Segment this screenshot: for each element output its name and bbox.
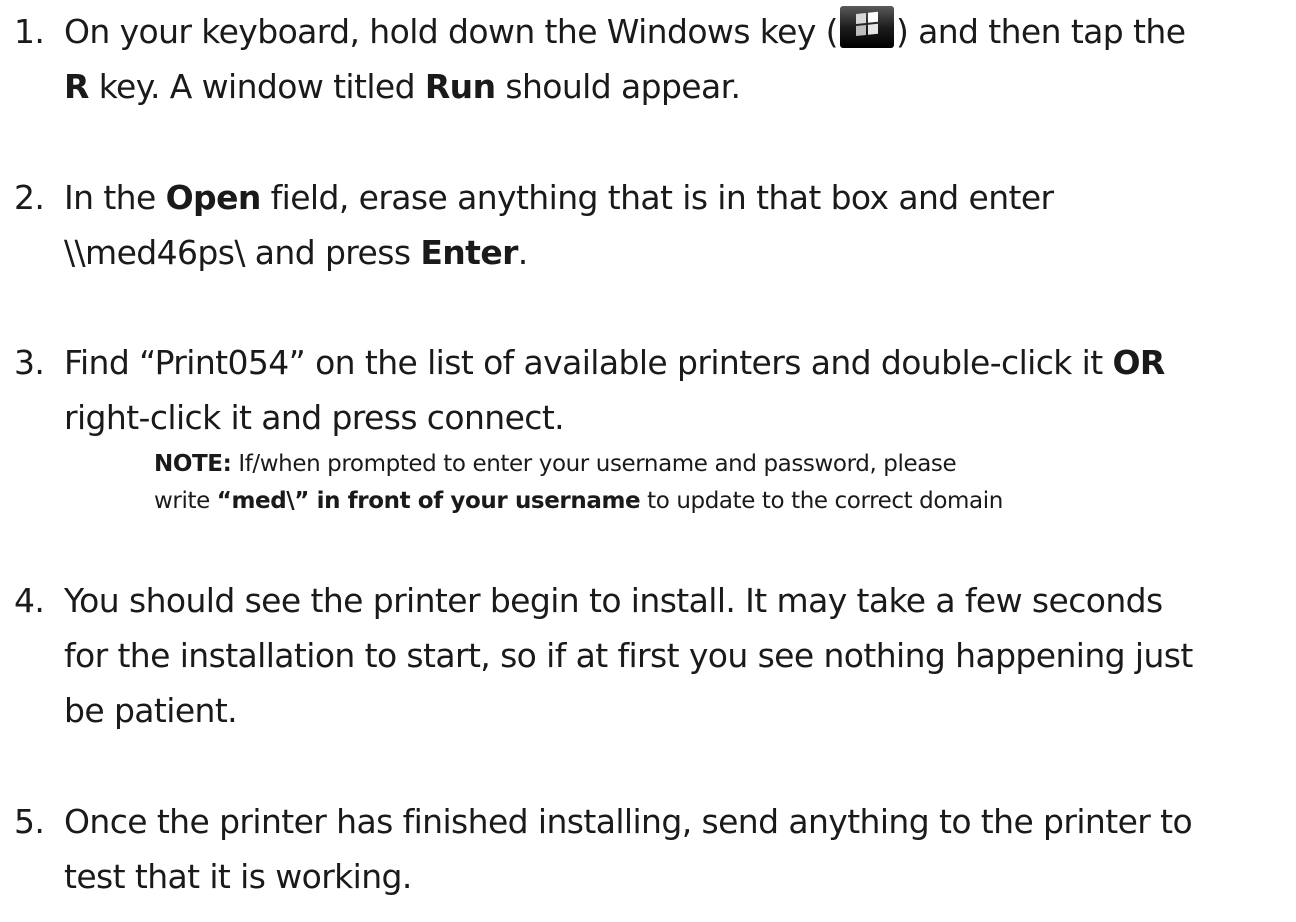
step-2: 2. In the Open field, erase anything tha… bbox=[14, 170, 1286, 280]
step-5: 5. Once the printer has finished install… bbox=[14, 794, 1286, 904]
step-1-line-2: R key. A window titled Run should appear… bbox=[64, 67, 741, 106]
step-number: 5. bbox=[14, 802, 45, 841]
step-4-line-2: for the installation to start, so if at … bbox=[64, 636, 1193, 675]
step-3-line-1: Find “Print054” on the list of available… bbox=[64, 343, 1165, 382]
step-4-line-3: be patient. bbox=[64, 691, 238, 730]
step-4-line-1: You should see the printer begin to inst… bbox=[64, 581, 1163, 620]
step-1-line-1: On your keyboard, hold down the Windows … bbox=[64, 4, 1286, 59]
note-line-1: NOTE: If/when prompted to enter your use… bbox=[154, 451, 957, 477]
step-3-line-2: right-click it and press connect. bbox=[64, 398, 565, 437]
windows-key-icon bbox=[839, 5, 895, 49]
step-number: 1. bbox=[14, 12, 45, 51]
note-block: NOTE: If/when prompted to enter your use… bbox=[154, 446, 1003, 520]
step-1: 1. On your keyboard, hold down the Windo… bbox=[14, 4, 1286, 114]
step-number: 2. bbox=[14, 178, 45, 217]
step-4: 4. You should see the printer begin to i… bbox=[14, 573, 1286, 738]
instructions-document: 1. On your keyboard, hold down the Windo… bbox=[0, 0, 1296, 922]
step-3: 3. Find “Print054” on the list of availa… bbox=[14, 335, 1286, 445]
step-5-line-1: Once the printer has finished installing… bbox=[64, 802, 1193, 841]
step-2-line-2: \\med46ps\ and press Enter. bbox=[64, 233, 528, 272]
step-2-line-1: In the Open field, erase anything that i… bbox=[64, 178, 1054, 217]
note-line-2: write “med\” in front of your username t… bbox=[154, 488, 1003, 514]
step-number: 4. bbox=[14, 581, 45, 620]
step-5-line-2: test that it is working. bbox=[64, 857, 412, 896]
step-number: 3. bbox=[14, 343, 45, 382]
